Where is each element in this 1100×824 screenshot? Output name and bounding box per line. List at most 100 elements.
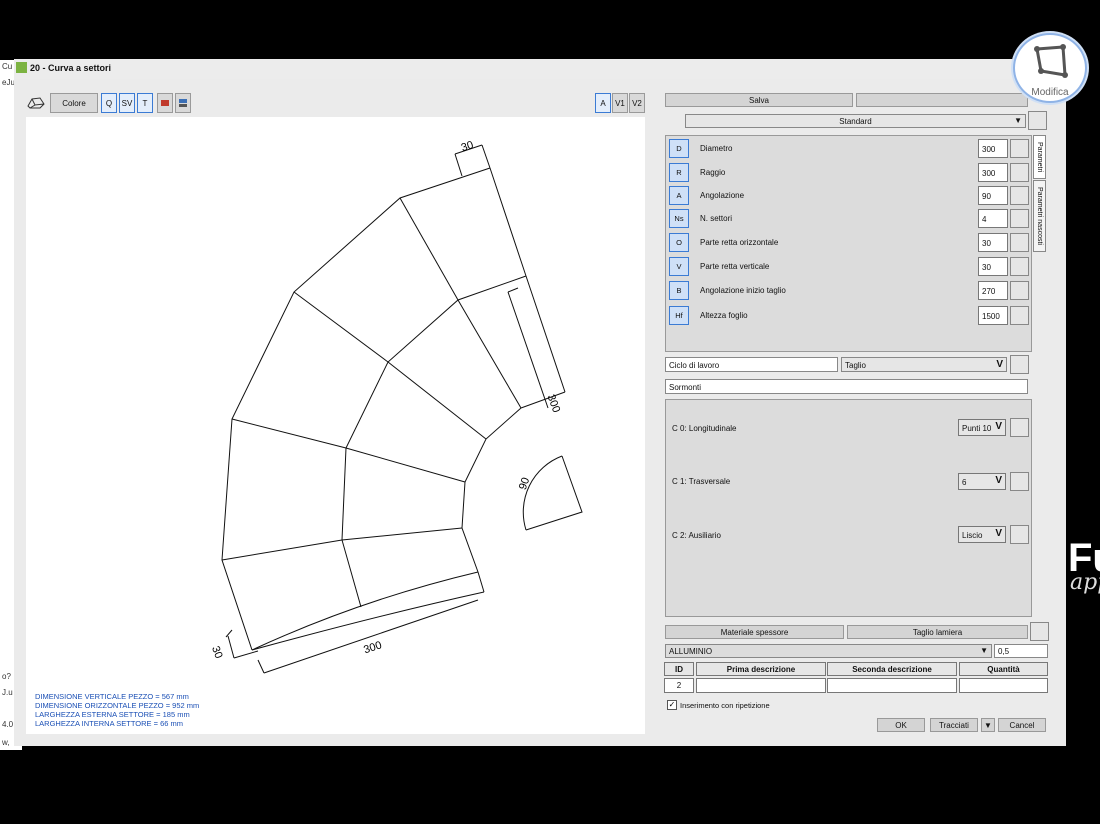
param-value-field[interactable]: 90 (978, 186, 1008, 205)
top-black-bar (0, 0, 1100, 60)
cut-value: 6 (962, 478, 967, 487)
modifica-badge[interactable]: Modifica (1013, 33, 1087, 103)
tab-parametri-nascosti[interactable]: Parametri nascosti (1033, 180, 1046, 252)
param-value-field[interactable]: 270 (978, 281, 1008, 300)
param-extra-button[interactable] (1010, 257, 1029, 276)
param-code-button[interactable]: R (669, 163, 689, 182)
bg-text: eJu (2, 78, 15, 87)
cut-value: Punti 10 (962, 424, 992, 433)
secondary-button[interactable] (856, 93, 1028, 107)
param-code-button[interactable]: Hf (669, 306, 689, 325)
param-extra-button[interactable] (1010, 163, 1029, 182)
inserimento-checkbox[interactable]: ✓ (667, 700, 677, 710)
preset-extra-button[interactable] (1028, 111, 1047, 130)
view-v1-button[interactable]: V1 (612, 93, 628, 113)
bg-logo-text: app (1070, 570, 1100, 595)
table-header-quantita: Quantità (959, 662, 1048, 676)
window-title: 20 - Curva a settori (30, 63, 112, 73)
ok-button[interactable]: OK (877, 718, 925, 732)
param-extra-button[interactable] (1010, 186, 1029, 205)
cut-label: C 1: Trasversale (672, 477, 731, 486)
param-extra-button[interactable] (1010, 281, 1029, 300)
dropdown-arrow-icon: ▼ (1014, 116, 1022, 125)
param-value-field[interactable]: 300 (978, 163, 1008, 182)
bg-text: o? (2, 672, 11, 681)
table-cell-seconda[interactable] (827, 678, 957, 693)
param-code-button[interactable]: Ns (669, 209, 689, 228)
param-label: Parte retta orizzontale (700, 238, 779, 247)
param-code-button[interactable]: O (669, 233, 689, 252)
param-row: R Raggio 300 (666, 163, 1033, 183)
modifica-label: Modifica (1031, 87, 1069, 98)
param-label: Angolazione (700, 191, 745, 200)
cut-extra-button[interactable] (1010, 418, 1029, 437)
material-extra-button[interactable] (1030, 622, 1049, 641)
param-value-field[interactable]: 30 (978, 257, 1008, 276)
view-a-button[interactable]: A (595, 93, 611, 113)
material-select[interactable]: ALLUMINIO ▼ (665, 644, 992, 658)
cancel-button[interactable]: Cancel (998, 718, 1046, 732)
3d-view-icon[interactable] (25, 93, 47, 113)
sv-button[interactable]: SV (119, 93, 135, 113)
app-icon (16, 62, 27, 73)
param-code-button[interactable]: A (669, 186, 689, 205)
table-header-prima: Prima descrizione (696, 662, 826, 676)
param-extra-button[interactable] (1010, 306, 1029, 325)
param-label: Angolazione inizio taglio (700, 286, 786, 295)
table-cell-quantita[interactable] (959, 678, 1048, 693)
dim-bottom-left-label: 30 (209, 645, 224, 661)
chevron-down-icon: V (995, 421, 1002, 432)
param-row: Ns N. settori 4 (666, 209, 1033, 229)
t-button[interactable]: T (137, 93, 153, 113)
tracciati-button[interactable]: Tracciati (930, 718, 978, 732)
cut-select[interactable]: Liscio V (958, 526, 1006, 543)
preset-value: Standard (839, 117, 872, 126)
table-cell-prima[interactable] (696, 678, 826, 693)
taglio-lamiera-button[interactable]: Taglio lamiera (847, 625, 1028, 639)
table-header-seconda: Seconda descrizione (827, 662, 957, 676)
param-extra-button[interactable] (1010, 233, 1029, 252)
elbow-sector-drawing: 30 300 90 30 300 (209, 139, 583, 674)
param-code-button[interactable]: B (669, 281, 689, 300)
param-value-field[interactable]: 4 (978, 209, 1008, 228)
tracciati-dropdown-icon[interactable]: ▼ (981, 718, 995, 732)
ciclo-select[interactable]: Taglio V (841, 357, 1007, 372)
view-v2-button[interactable]: V2 (629, 93, 645, 113)
thickness-field[interactable]: 0,5 (994, 644, 1048, 658)
preset-select[interactable]: Standard ▼ (685, 114, 1026, 128)
dimension-info: DIMENSIONE VERTICALE PEZZO = 567 mm DIME… (35, 692, 199, 728)
dim-bottom-label: 300 (362, 639, 383, 656)
param-extra-button[interactable] (1010, 209, 1029, 228)
param-code-button[interactable]: D (669, 139, 689, 158)
salva-button[interactable]: Salva (665, 93, 853, 107)
drawing-canvas[interactable]: 30 300 90 30 300 DIMENSIONE VERTICALE PE… (26, 117, 645, 734)
param-value-field[interactable]: 1500 (978, 306, 1008, 325)
param-label: Parte retta verticale (700, 262, 770, 271)
param-row: A Angolazione 90 (666, 186, 1033, 206)
param-row: Hf Altezza foglio 1500 (666, 306, 1033, 326)
layers-icon[interactable] (175, 93, 191, 113)
dropdown-arrow-icon: ▼ (980, 646, 988, 655)
param-code-button[interactable]: V (669, 257, 689, 276)
param-value-field[interactable]: 300 (978, 139, 1008, 158)
param-row: O Parte retta orizzontale 30 (666, 233, 1033, 253)
cut-extra-button[interactable] (1010, 472, 1029, 491)
cut-select[interactable]: 6 V (958, 473, 1006, 490)
table-cell-id[interactable]: 2 (664, 678, 694, 693)
cuts-panel: C 0: Longitudinale Punti 10 V C 1: Trasv… (665, 399, 1032, 617)
cut-extra-button[interactable] (1010, 525, 1029, 544)
sormonti-field: Sormonti (665, 379, 1028, 394)
q-button[interactable]: Q (101, 93, 117, 113)
dim-top-label: 30 (460, 139, 475, 154)
outer-edge (221, 167, 491, 651)
bg-text: 4.0 (2, 720, 14, 729)
red-flag-icon[interactable] (157, 93, 173, 113)
cut-select[interactable]: Punti 10 V (958, 419, 1006, 436)
param-value-field[interactable]: 30 (978, 233, 1008, 252)
colore-button[interactable]: Colore (50, 93, 98, 113)
dim-angle-label: 90 (517, 476, 532, 492)
param-extra-button[interactable] (1010, 139, 1029, 158)
ciclo-extra-button[interactable] (1010, 355, 1029, 374)
materiale-spessore-button[interactable]: Materiale spessore (665, 625, 844, 639)
tab-parametri[interactable]: Parametri (1033, 135, 1046, 179)
